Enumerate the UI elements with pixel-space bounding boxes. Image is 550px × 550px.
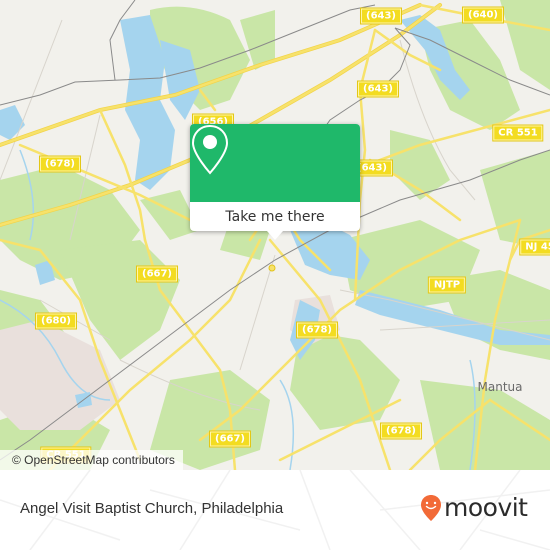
moovit-smile-pin-icon <box>421 495 441 521</box>
place-title: Angel Visit Baptist Church, Philadelphia <box>20 500 284 517</box>
road-label-667: (667) <box>136 266 178 282</box>
road-label-643: (643) <box>360 8 402 24</box>
popup-header <box>190 124 360 202</box>
road-label-nj45: NJ 45 <box>520 239 550 255</box>
map-pin-icon <box>191 124 229 175</box>
location-popup: Take me there <box>190 124 360 240</box>
road-label-cr551: CR 551 <box>493 125 543 141</box>
road-label-njtp: NJTP <box>428 277 466 293</box>
road-label-678: (678) <box>296 322 338 338</box>
map-attribution[interactable]: © OpenStreetMap contributors <box>0 450 183 470</box>
road-label-643: (643) <box>357 81 399 97</box>
road-label-640: (640) <box>462 7 504 23</box>
brand-name: moovit <box>444 493 528 522</box>
location-point <box>268 264 276 272</box>
footer-banner: Angel Visit Baptist Church, Philadelphia… <box>0 470 550 550</box>
road-label-678: (678) <box>380 423 422 439</box>
road-label-667: (667) <box>209 431 251 447</box>
map-view[interactable]: (656) (678) (643) (640) (643) (643) CR 5… <box>0 0 550 470</box>
road-label-678: (678) <box>39 156 81 172</box>
moovit-logo[interactable]: moovit <box>420 494 528 522</box>
place-label-mantua: Mantua <box>477 380 523 394</box>
popup-pointer <box>267 231 283 240</box>
take-me-there-button[interactable]: Take me there <box>190 202 360 231</box>
road-label-680: (680) <box>35 313 77 329</box>
